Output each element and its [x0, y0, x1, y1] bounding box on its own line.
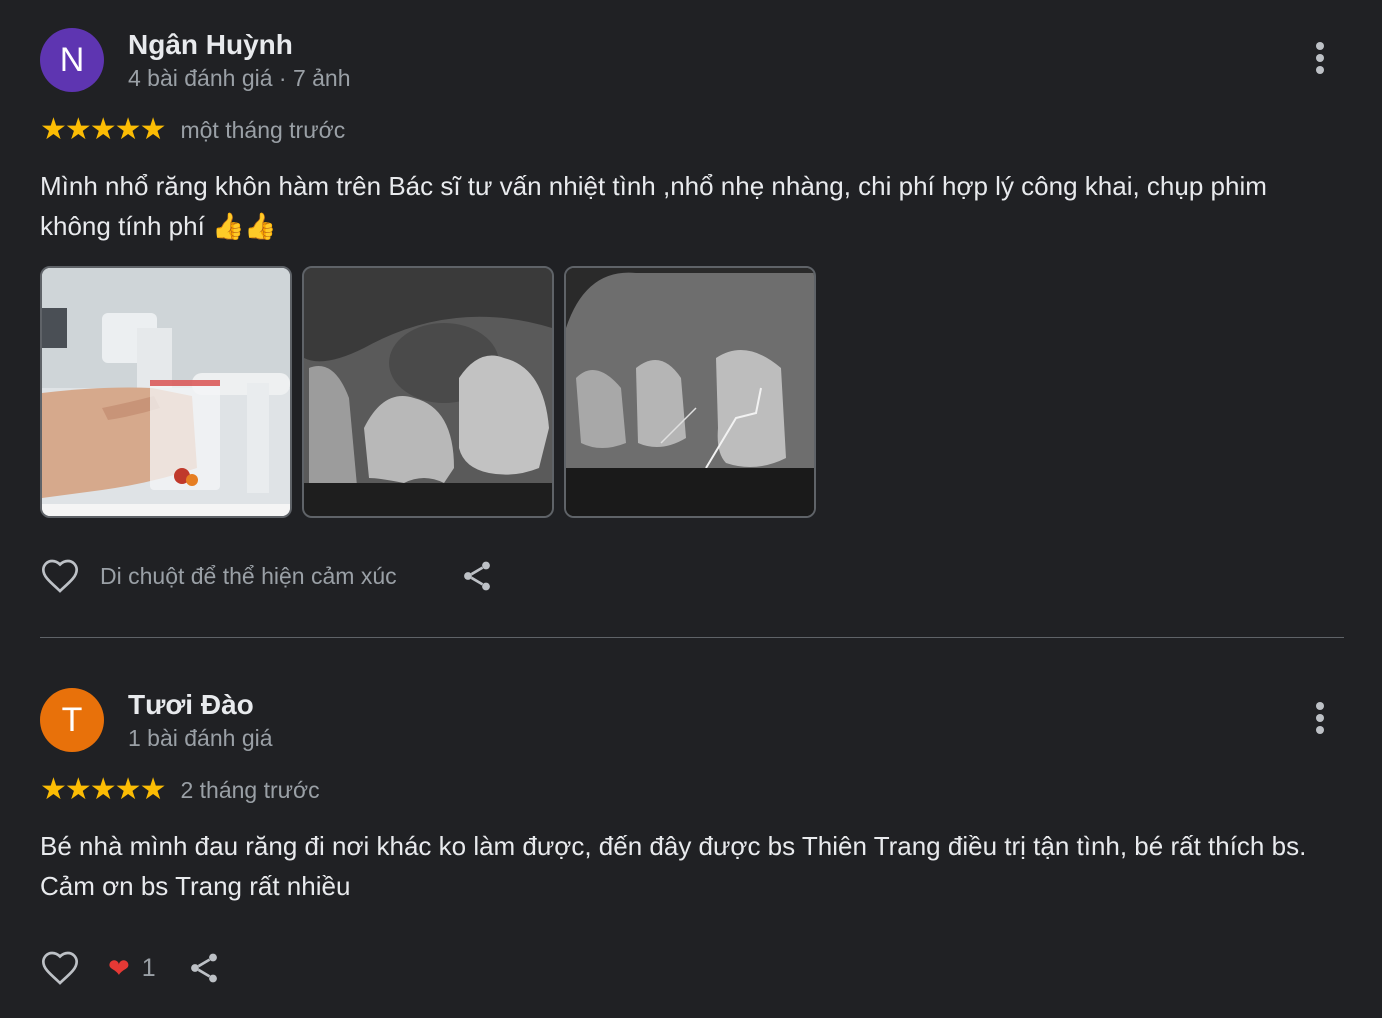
review-photo[interactable]: [40, 266, 292, 518]
review-photo[interactable]: [564, 266, 816, 518]
author-name[interactable]: Ngân Huỳnh: [128, 28, 293, 62]
review-date: 2 tháng trước: [180, 777, 320, 803]
review-text: Bé nhà mình đau răng đi nơi khác ko làm …: [40, 831, 1307, 901]
review-actions: ❤ 1: [40, 946, 1344, 990]
review-card: T Tươi Đào 1 bài đánh giá ★★★★★ 2 tháng …: [40, 688, 1344, 990]
review-header: N Ngân Huỳnh 4 bài đánh giá · 7 ảnh: [40, 28, 1344, 92]
review-card: N Ngân Huỳnh 4 bài đánh giá · 7 ảnh ★★★★…: [40, 28, 1344, 598]
heart-emoji-icon: ❤: [108, 952, 130, 983]
review-header: T Tươi Đào 1 bài đánh giá: [40, 688, 1344, 752]
review-divider: [40, 637, 1344, 638]
reaction-count-value: 1: [141, 953, 156, 982]
review-date: một tháng trước: [180, 117, 346, 143]
reaction-count[interactable]: ❤ 1: [108, 953, 156, 984]
rating-row: ★★★★★ 2 tháng trước: [40, 774, 1344, 806]
review-photo[interactable]: [302, 266, 554, 518]
avatar[interactable]: T: [40, 688, 104, 752]
more-options-button[interactable]: [1306, 42, 1334, 78]
star-rating: ★★★★★: [40, 773, 166, 806]
heart-icon[interactable]: [40, 948, 80, 988]
author-name[interactable]: Tươi Đào: [128, 688, 254, 722]
review-actions: Di chuột để thể hiện cảm xúc: [40, 554, 1344, 598]
review-photos: [40, 266, 1344, 518]
author-meta: 1 bài đánh giá: [128, 725, 273, 751]
author-meta: 4 bài đánh giá · 7 ảnh: [128, 65, 351, 91]
avatar[interactable]: N: [40, 28, 104, 92]
star-rating: ★★★★★: [40, 113, 166, 146]
share-icon[interactable]: [459, 558, 495, 594]
more-options-button[interactable]: [1306, 702, 1334, 738]
heart-icon[interactable]: [40, 556, 80, 596]
reaction-prompt: Di chuột để thể hiện cảm xúc: [100, 562, 397, 589]
share-icon[interactable]: [186, 950, 222, 986]
rating-row: ★★★★★ một tháng trước: [40, 114, 1344, 146]
review-text: Mình nhổ răng khôn hàm trên Bác sĩ tư vấ…: [40, 171, 1267, 241]
